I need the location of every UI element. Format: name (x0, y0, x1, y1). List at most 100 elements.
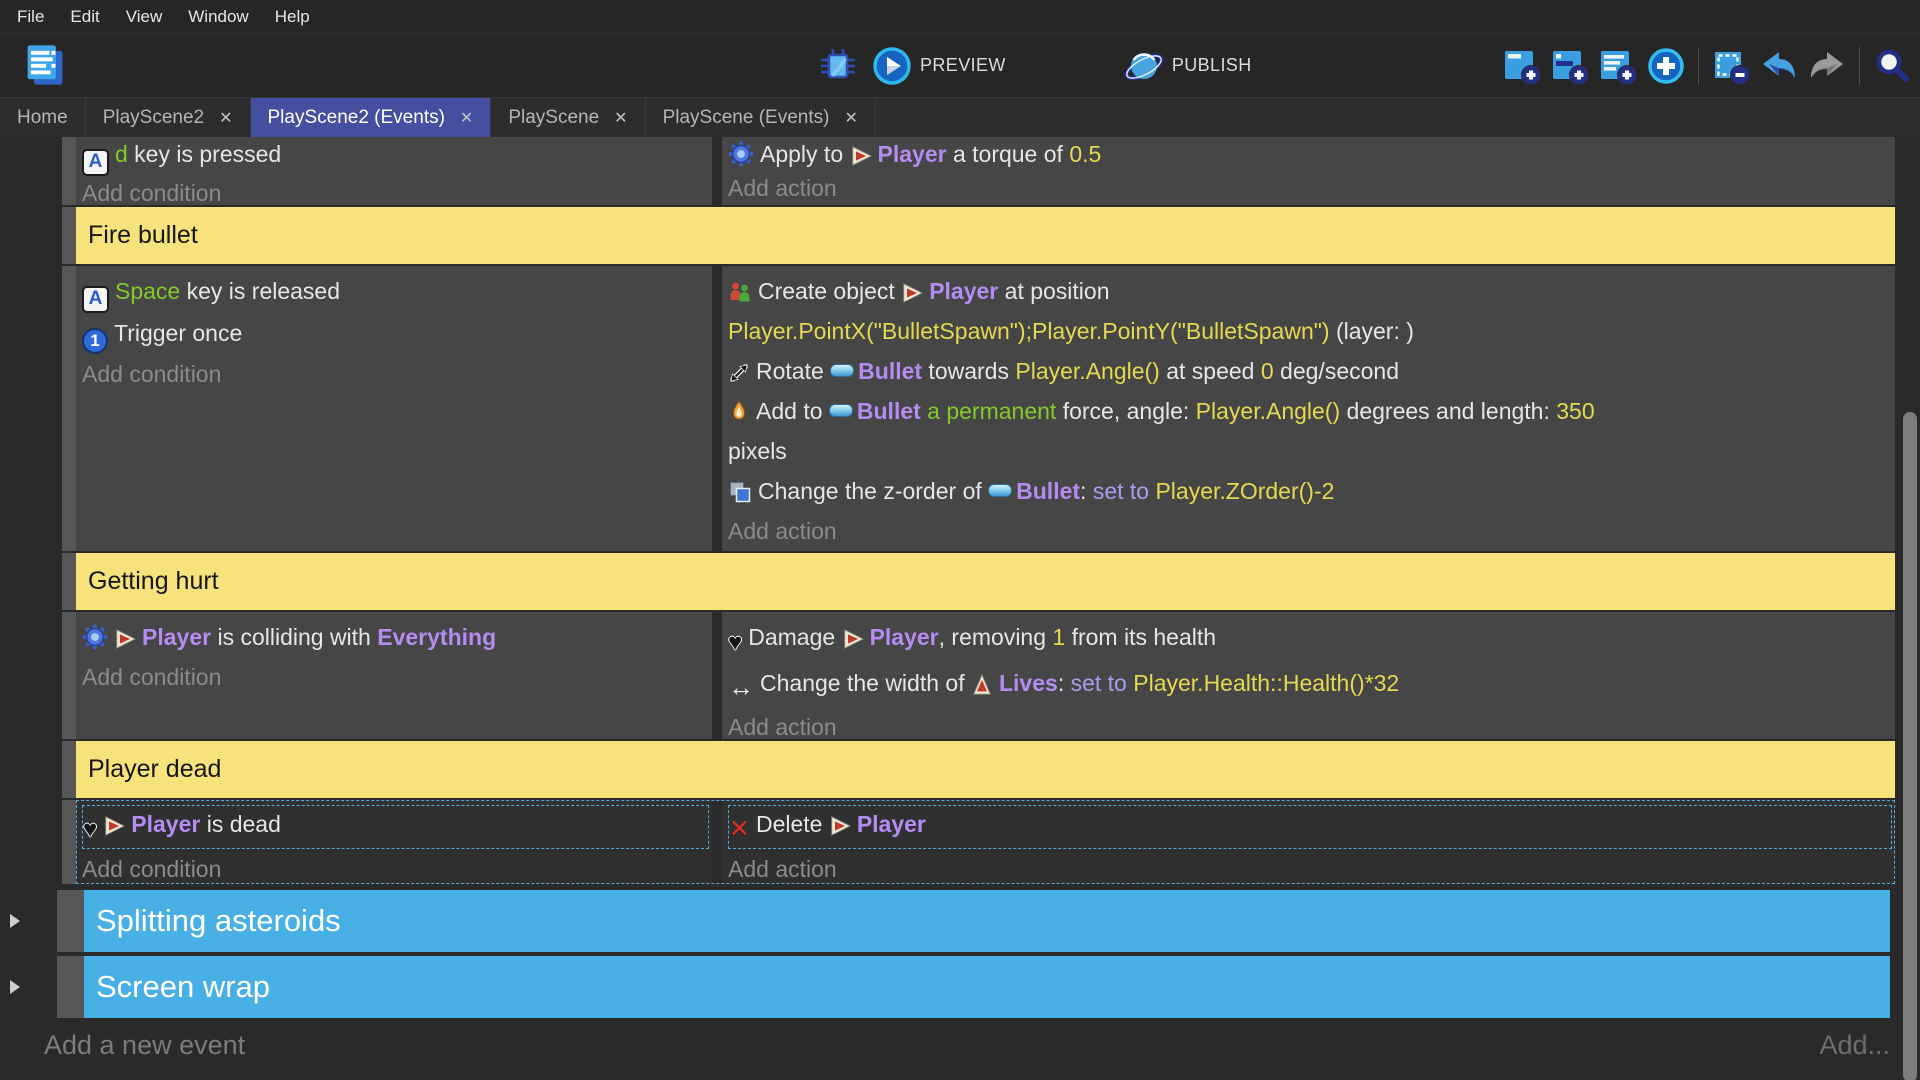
conditions-column[interactable]: Ad key is pressedAdd condition (76, 137, 712, 205)
close-icon[interactable]: ✕ (614, 108, 627, 128)
add-event-icon[interactable] (1502, 46, 1542, 86)
action[interactable]: Create object Player at position Player.… (728, 271, 1895, 351)
close-icon[interactable]: ✕ (219, 108, 232, 128)
event-drag-handle[interactable] (62, 612, 76, 739)
event-rail (0, 800, 62, 884)
add-action-button[interactable]: Add action (728, 707, 1895, 739)
event-drag-handle[interactable] (62, 207, 76, 264)
action[interactable]: ♥Damage Player, removing 1 from its heal… (728, 617, 1895, 663)
text-segment: pixels (728, 438, 787, 464)
tab-playscene-events-[interactable]: PlayScene (Events)✕ (646, 98, 876, 137)
text-segment: d (115, 141, 128, 167)
text-segment: Delete (756, 811, 829, 837)
conditions-column[interactable]: Player is colliding with EverythingAdd c… (76, 612, 712, 739)
column-divider (712, 137, 722, 205)
tab-label: PlayScene2 (Events) (268, 107, 445, 129)
action[interactable]: ↔Change the width of Lives: set to Playe… (728, 663, 1895, 707)
action[interactable]: Change the z-order of Bullet: set to Pla… (728, 471, 1895, 511)
text-segment: Player.Health::Health()*32 (1133, 670, 1399, 696)
app-icon[interactable] (20, 40, 70, 90)
close-icon[interactable]: ✕ (460, 108, 473, 128)
actions-column[interactable]: ♥Damage Player, removing 1 from its heal… (722, 612, 1895, 739)
condition[interactable]: 1Trigger once (82, 313, 712, 354)
group-header[interactable]: Screen wrap (84, 956, 1890, 1018)
preview-button[interactable]: PREVIEW (920, 55, 1006, 76)
group-row: Fire bullet (0, 207, 1895, 264)
actions-column[interactable]: Apply to Player a torque of 0.5Add actio… (722, 137, 1895, 205)
zorder-icon (728, 480, 752, 504)
column-divider (712, 612, 722, 739)
add-subevent-icon[interactable] (1550, 46, 1590, 86)
actions-column[interactable]: ✕Delete PlayerAdd action (722, 800, 1895, 884)
actions-column[interactable]: Create object Player at position Player.… (722, 266, 1895, 551)
event-drag-handle[interactable] (62, 800, 76, 884)
redo-icon[interactable] (1807, 46, 1847, 86)
event-row[interactable]: ♥Player is deadAdd condition✕Delete Play… (0, 800, 1895, 884)
event-row[interactable]: Player is colliding with EverythingAdd c… (0, 612, 1895, 739)
conditions-column[interactable]: ASpace key is released1Trigger onceAdd c… (76, 266, 712, 551)
tab-playscene2[interactable]: PlayScene2✕ (86, 98, 251, 137)
undo-icon[interactable] (1759, 46, 1799, 86)
vertical-scrollbar-thumb[interactable] (1903, 412, 1917, 1080)
publish-globe-icon[interactable] (1124, 46, 1164, 86)
remove-selection-icon[interactable] (1711, 46, 1751, 86)
debug-icon[interactable] (818, 46, 858, 86)
text-segment: from its health (1065, 624, 1216, 650)
menu-view[interactable]: View (113, 7, 176, 27)
event-drag-handle[interactable] (57, 956, 84, 1018)
add-action-button[interactable]: Add action (728, 171, 1895, 205)
group-header[interactable]: Splitting asteroids (84, 890, 1890, 952)
action[interactable]: ✕Delete Player (728, 805, 1892, 849)
bullet-icon (830, 364, 854, 377)
expand-arrow-icon[interactable] (10, 980, 20, 994)
event-drag-handle[interactable] (62, 553, 76, 610)
event-drag-handle[interactable] (57, 890, 84, 952)
ship-icon (829, 815, 851, 837)
text-segment: 1 (1052, 624, 1065, 650)
event-drag-handle[interactable] (62, 266, 76, 551)
tab-playscene2-events-[interactable]: PlayScene2 (Events) ✕ (251, 98, 492, 137)
condition[interactable]: Player is colliding with Everything (82, 617, 712, 657)
group-title: Getting hurt (88, 567, 219, 596)
preview-play-icon[interactable] (872, 46, 912, 86)
add-condition-button[interactable]: Add condition (82, 176, 712, 206)
text-segment: Rotate (756, 358, 830, 384)
add-condition-button[interactable]: Add condition (82, 849, 712, 884)
add-more-button[interactable]: Add... (1819, 1030, 1890, 1061)
tab-playscene[interactable]: PlayScene✕ (491, 98, 645, 137)
event-drag-handle[interactable] (62, 741, 76, 798)
event-drag-handle[interactable] (62, 137, 76, 205)
events-sheet: Ad key is pressedAdd conditionApply to P… (0, 137, 1920, 1080)
publish-button[interactable]: PUBLISH (1172, 55, 1252, 76)
text-segment: Player.Angle() (1015, 358, 1159, 384)
add-comment-icon[interactable] (1598, 46, 1638, 86)
menu-edit[interactable]: Edit (57, 7, 112, 27)
close-icon[interactable]: ✕ (844, 108, 857, 128)
group-header[interactable]: Getting hurt (76, 553, 1895, 610)
menu-window[interactable]: Window (175, 7, 261, 27)
add-circle-icon[interactable] (1646, 46, 1686, 86)
text-segment: Space (115, 278, 180, 304)
condition[interactable]: ♥Player is dead (82, 805, 709, 849)
action[interactable]: Apply to Player a torque of 0.5 (728, 137, 1895, 171)
add-new-event-button[interactable]: Add a new event (44, 1030, 245, 1061)
condition[interactable]: Ad key is pressed (82, 137, 712, 176)
action[interactable]: Add to Bullet a permanent force, angle: … (728, 391, 1895, 471)
add-action-button[interactable]: Add action (728, 511, 1895, 551)
search-icon[interactable] (1872, 46, 1912, 86)
menu-file[interactable]: File (4, 7, 57, 27)
add-condition-button[interactable]: Add condition (82, 657, 712, 697)
event-row[interactable]: ASpace key is released1Trigger onceAdd c… (0, 266, 1895, 551)
add-action-button[interactable]: Add action (728, 849, 1895, 884)
expand-arrow-icon[interactable] (10, 914, 20, 928)
tab-home[interactable]: Home (0, 98, 86, 137)
condition[interactable]: ASpace key is released (82, 271, 712, 313)
menu-help[interactable]: Help (262, 7, 323, 27)
group-header[interactable]: Player dead (76, 741, 1895, 798)
conditions-column[interactable]: ♥Player is deadAdd condition (76, 800, 712, 884)
event-row[interactable]: Ad key is pressedAdd conditionApply to P… (0, 137, 1895, 205)
group-header[interactable]: Fire bullet (76, 207, 1895, 264)
action[interactable]: Rotate Bullet towards Player.Angle() at … (728, 351, 1895, 391)
group-row: Getting hurt (0, 553, 1895, 610)
add-condition-button[interactable]: Add condition (82, 354, 712, 394)
